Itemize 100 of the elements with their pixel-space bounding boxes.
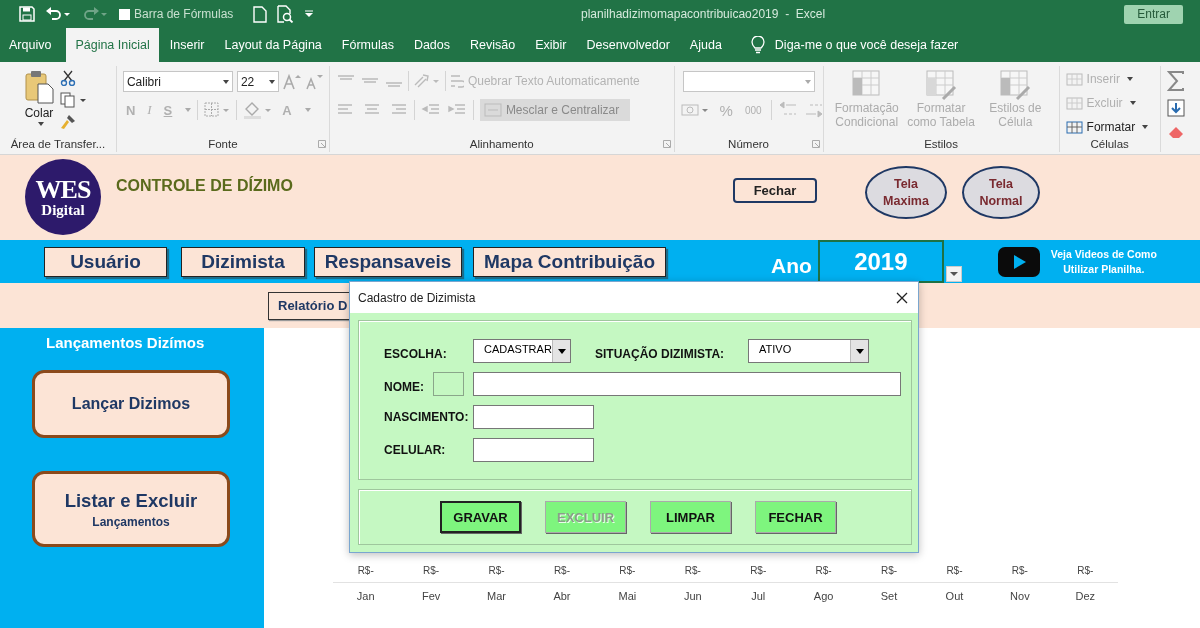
value-label: R$- [879, 565, 899, 576]
close-icon[interactable] [896, 291, 908, 304]
dialog-title: Cadastro de Dizimista [358, 290, 476, 305]
month-label: Mar [486, 590, 507, 602]
cells-grid-icon [1065, 95, 1084, 111]
id-field[interactable] [433, 372, 464, 396]
month-label: Mai [617, 590, 638, 602]
dialog-launcher-icon[interactable] [811, 140, 820, 148]
decrease-decimal-icon[interactable] [803, 101, 824, 119]
ribbon-tab[interactable]: Página Inicial [66, 28, 159, 62]
group-label: Fonte [208, 138, 238, 152]
orientation-icon[interactable] [412, 73, 441, 89]
value-label: R$- [618, 565, 637, 576]
ribbon-tab[interactable]: Arquivo [0, 28, 61, 62]
sidebar-button[interactable]: Lançar Dizimos [32, 370, 230, 438]
choice-dropdown[interactable]: CADASTRAR [473, 339, 571, 363]
field-label: ESCOLHA: [384, 347, 448, 361]
fill-color-icon[interactable] [243, 101, 274, 119]
phone-field[interactable] [473, 438, 594, 462]
group-label: Número [728, 138, 769, 152]
value-label: R$- [552, 565, 571, 576]
ribbon-tab[interactable]: Dados [404, 28, 460, 62]
cells-grid-icon [1065, 71, 1084, 87]
field-label: NOME: [384, 380, 425, 394]
save-icon[interactable] [19, 6, 35, 22]
ribbon-tab[interactable]: Ajuda [680, 28, 731, 62]
logo-text: Digital [41, 202, 85, 218]
borders-icon[interactable] [204, 102, 231, 118]
dialog-button[interactable]: FECHAR [755, 501, 836, 533]
group-label: Estilos [924, 138, 958, 152]
customize-caret-icon[interactable] [304, 10, 315, 18]
shrink-font-icon[interactable] [304, 73, 323, 90]
sidebar-button[interactable]: Listar e Excluir Lançamentos [32, 471, 230, 547]
ribbon-tab[interactable]: Layout da Página [215, 28, 331, 62]
undo-icon[interactable] [45, 6, 71, 22]
cells-button[interactable]: Formatar [1065, 119, 1149, 135]
tell-me-field[interactable]: Diga-me o que você deseja fazer [774, 38, 959, 52]
cells-grid-icon [1065, 119, 1084, 135]
status-dropdown[interactable]: ATIVO [748, 339, 869, 363]
copy-icon[interactable] [60, 92, 88, 108]
logo-text: WES [35, 176, 91, 203]
nav-button[interactable]: Mapa Contribuição [473, 246, 666, 277]
value-label: R$- [683, 565, 702, 576]
value-label: R$- [1076, 565, 1095, 576]
view-button[interactable]: Tela Normal [962, 166, 1040, 219]
month-label: Jun [682, 590, 703, 602]
nav-button[interactable]: Respansaveis [314, 246, 462, 277]
wrap-text-icon [449, 73, 464, 89]
print-preview-icon[interactable] [277, 5, 295, 23]
merge-cells-icon [483, 103, 502, 117]
close-button[interactable]: Fechar [733, 178, 817, 203]
currency-icon[interactable] [680, 102, 711, 118]
ribbon-tab[interactable]: Exibir [526, 28, 576, 62]
sidebar-title: Lançamentos Dizímos [46, 334, 205, 351]
window-title: planilhadizimomapacontribuicao2019 - Excel [580, 7, 827, 21]
month-label: Out [944, 590, 965, 602]
field-label: SITUAÇÃO DIZIMISTA: [595, 347, 726, 361]
dialog-launcher-icon[interactable] [662, 140, 671, 148]
fill-down-icon[interactable] [1166, 99, 1185, 117]
lightbulb-icon [750, 36, 765, 54]
ribbon-tab[interactable]: Revisão [461, 28, 525, 62]
view-button[interactable]: Tela Maxima [865, 166, 947, 219]
increase-indent-icon[interactable] [446, 103, 467, 117]
dialog-button[interactable]: GRAVAR [440, 501, 521, 533]
value-label: R$- [945, 565, 964, 576]
formula-bar-checkbox[interactable] [119, 8, 130, 20]
month-label: Jan [355, 590, 376, 602]
sign-in-button[interactable]: Entrar [1124, 4, 1183, 24]
month-label: Dez [1074, 590, 1097, 602]
ribbon-tab[interactable]: Desenvolvedor [577, 28, 679, 62]
month-label: Jul [750, 590, 767, 602]
nav-button[interactable]: Usuário [44, 246, 167, 277]
checkbox-label[interactable]: Barra de Fórmulas [134, 7, 234, 21]
ribbon-tab[interactable]: Inserir [160, 28, 214, 62]
ribbon-tab[interactable]: Fórmulas [332, 28, 403, 62]
birth-date-field[interactable] [473, 405, 594, 429]
new-document-icon[interactable] [253, 5, 268, 23]
font-name-dropdown[interactable]: Calibri [122, 71, 233, 92]
play-icon[interactable] [997, 246, 1040, 277]
table-styles-icon [999, 69, 1032, 101]
sheet-title: CONTROLE DE DÍZIMO [116, 177, 294, 195]
field-label: CELULAR: [384, 443, 447, 457]
autosum-icon[interactable] [1166, 71, 1185, 91]
format-painter-icon[interactable] [60, 114, 76, 130]
decrease-indent-icon[interactable] [420, 103, 441, 117]
paste-button[interactable]: Colar [24, 68, 54, 126]
value-label: R$- [749, 565, 768, 576]
nav-button[interactable]: Dizimista [181, 246, 305, 277]
name-field[interactable] [473, 372, 901, 396]
value-label: R$- [1010, 565, 1029, 576]
font-size-dropdown[interactable]: 22 [236, 71, 279, 92]
grow-font-icon[interactable] [282, 73, 301, 90]
report-button[interactable]: Relatório D [268, 291, 350, 320]
field-label: NASCIMENTO: [384, 410, 470, 424]
scissors-icon[interactable] [60, 70, 76, 86]
dialog-launcher-icon[interactable] [317, 140, 326, 148]
dialog-button[interactable]: LIMPAR [650, 501, 731, 533]
number-format-dropdown[interactable] [682, 71, 815, 92]
month-label: Set [879, 590, 899, 602]
year-label: Ano [771, 253, 812, 278]
